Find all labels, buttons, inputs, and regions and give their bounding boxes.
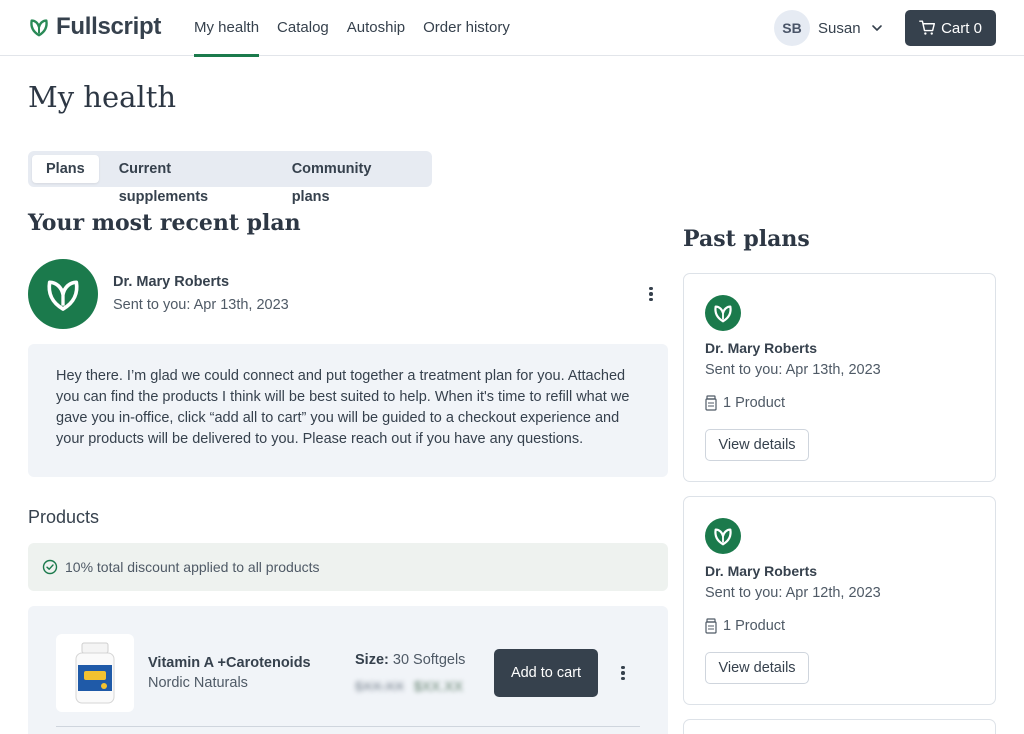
practitioner-avatar — [705, 518, 741, 554]
supplement-bottle-icon — [75, 642, 115, 704]
product-new-price: $XX.XX — [413, 678, 463, 694]
cart-label: Cart 0 — [941, 19, 982, 37]
practitioner-name: Dr. Mary Roberts — [705, 563, 818, 579]
fullscript-logo[interactable]: Fullscript — [28, 13, 161, 41]
avatar: SB — [774, 10, 810, 46]
check-circle-icon — [42, 559, 58, 575]
nav-order-history[interactable]: Order history — [423, 0, 510, 56]
practitioner-avatar — [28, 259, 98, 329]
cart-icon — [919, 20, 936, 35]
product-count-text: 1 Product — [723, 618, 786, 634]
bottle-icon — [705, 618, 717, 634]
practitioner-name: Dr. Mary Roberts — [113, 274, 230, 290]
practitioner-message: Hey there. I’m glad we could connect and… — [28, 344, 668, 477]
nav-autoship[interactable]: Autoship — [347, 0, 405, 56]
past-plan-card: Dr. Mary Roberts Sent to you: Apr 12th, … — [683, 496, 996, 705]
nav-catalog[interactable]: Catalog — [277, 0, 329, 56]
product-brand: Nordic Naturals — [148, 675, 248, 691]
plan-sent-date: Sent to you: Apr 13th, 2023 — [113, 297, 289, 313]
brand-name: Fullscript — [56, 13, 162, 40]
fullscript-leaf-icon — [30, 19, 48, 37]
product-count: 1 Product — [705, 618, 785, 634]
main-nav: My health Catalog Autoship Order history — [194, 0, 510, 57]
recent-plan-heading: Your most recent plan — [28, 210, 301, 236]
plan-more-options-icon[interactable] — [643, 284, 659, 304]
product-price: $XX.XX $XX.XX — [355, 678, 463, 694]
product-card: Vitamin A +Carotenoids Nordic Naturals S… — [28, 606, 668, 734]
fullscript-leaf-icon — [714, 528, 732, 546]
product-size-value: 30 Softgels — [392, 652, 466, 668]
page-title: My health — [28, 80, 177, 114]
discount-banner: 10% total discount applied to all produc… — [28, 543, 668, 591]
view-details-button[interactable]: View details — [705, 429, 809, 461]
fullscript-leaf-icon — [714, 305, 732, 323]
divider — [56, 726, 640, 727]
user-menu[interactable]: SB Susan — [774, 10, 885, 46]
product-name[interactable]: Vitamin A +Carotenoids — [148, 655, 311, 671]
tab-community-plans[interactable]: Community plans — [278, 155, 420, 205]
plan-sent-date: Sent to you: Apr 13th, 2023 — [705, 362, 881, 378]
cart-button[interactable]: Cart 0 — [905, 10, 996, 46]
top-navbar: Fullscript My health Catalog Autoship Or… — [0, 0, 1024, 57]
past-plans-heading: Past plans — [683, 226, 810, 252]
fullscript-leaf-icon — [47, 280, 79, 311]
product-more-options-icon[interactable] — [615, 663, 631, 683]
plan-tabs: Plans Current supplements Community plan… — [28, 151, 432, 205]
product-image[interactable] — [56, 634, 134, 712]
bottle-icon — [705, 395, 717, 411]
plan-sent-date: Sent to you: Apr 12th, 2023 — [705, 585, 881, 601]
add-to-cart-button[interactable]: Add to cart — [494, 649, 598, 697]
practitioner-name: Dr. Mary Roberts — [705, 340, 818, 356]
product-count-text: 1 Product — [723, 395, 786, 411]
product-size: Size: 30 Softgels — [355, 652, 465, 668]
practitioner-avatar — [705, 295, 741, 331]
past-plan-card: Dr. Mary Roberts Sent to you: Apr 13th, … — [683, 273, 996, 482]
user-name: Susan — [818, 19, 861, 37]
view-details-button[interactable]: View details — [705, 652, 809, 684]
past-plan-card — [683, 719, 996, 734]
products-heading: Products — [28, 507, 100, 527]
discount-text: 10% total discount applied to all produc… — [65, 559, 320, 575]
chevron-down-icon — [871, 25, 882, 31]
product-count: 1 Product — [705, 395, 785, 411]
product-size-label: Size: — [355, 652, 389, 668]
product-old-price: $XX.XX — [355, 678, 405, 694]
nav-my-health[interactable]: My health — [194, 0, 260, 57]
tab-plans[interactable]: Plans — [32, 155, 99, 183]
tab-current-supplements[interactable]: Current supplements — [105, 155, 270, 205]
